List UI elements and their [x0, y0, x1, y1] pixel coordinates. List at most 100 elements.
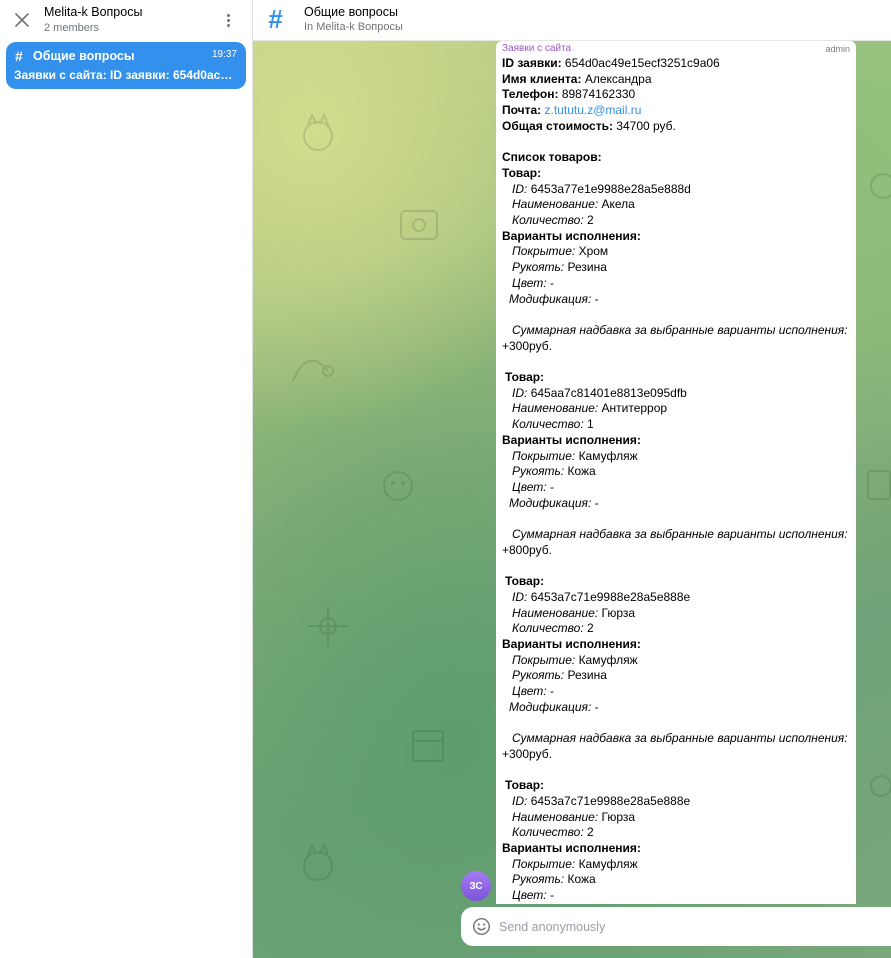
item-handle-label: Рукоять:	[512, 464, 565, 479]
item-name-line: Наименование: Акела	[502, 197, 854, 213]
item-color-value: -	[549, 479, 554, 494]
topic-name: Общие вопросы	[33, 49, 135, 63]
item-name-value: Гюрза	[601, 809, 636, 824]
item-handle-label: Рукоять:	[512, 872, 565, 887]
message-input[interactable]	[499, 917, 879, 936]
order-id-line: ID заявки: 654d0ac49e15ecf3251c9a06	[502, 56, 854, 72]
item-name-value: Акела	[601, 197, 635, 212]
item-id-label: ID:	[512, 589, 528, 604]
doodle-pattern	[383, 471, 413, 501]
item-qty-value: 1	[587, 417, 594, 432]
item-surcharge-label: Суммарная надбавка за выбранные варианты…	[512, 527, 848, 542]
close-icon[interactable]	[11, 9, 33, 31]
item-label: Товар:	[505, 574, 545, 589]
item-name-line: Наименование: Гюрза	[502, 606, 854, 622]
item-id-value: 6453a7c71e9988e28a5e888e	[530, 793, 691, 808]
item-mod-label: Модификация:	[509, 495, 592, 510]
item-surcharge-label: Суммарная надбавка за выбранные варианты…	[512, 731, 848, 746]
doodle-pattern	[303, 842, 333, 881]
item-id-line: ID: 6453a77e1e9988e28a5e888d	[502, 182, 854, 198]
item-id-line: ID: 6453a7c71e9988e28a5e888e	[502, 590, 854, 606]
item-color-label: Цвет:	[512, 275, 547, 290]
item-cover-line: Покрытие: Камуфляж	[502, 857, 854, 873]
item-handle-line: Рукоять: Кожа	[502, 872, 854, 888]
email-link[interactable]: z.tututu.z@mail.ru	[545, 103, 642, 117]
variants-label: Варианты исполнения:	[502, 841, 641, 856]
phone-label: Телефон:	[502, 87, 559, 102]
item-qty-value: 2	[587, 621, 594, 636]
chat-subtitle: In Melita-k Вопросы	[304, 21, 403, 33]
total-value: 34700 руб.	[616, 118, 676, 133]
doodle-pattern	[412, 730, 444, 762]
item-cover-line: Покрытие: Хром	[502, 244, 854, 260]
item-qty-value: 2	[587, 213, 594, 228]
doodle-pattern	[292, 359, 334, 382]
total-line: Общая стоимость: 34700 руб.	[502, 119, 854, 135]
message-bubble[interactable]: Заявки с сайта admin ID заявки: 654d0ac4…	[496, 41, 856, 904]
item-cover-label: Покрытие:	[512, 856, 576, 871]
item-id-line: ID: 6453a7c71e9988e28a5e888e	[502, 794, 854, 810]
item-cover-label: Покрытие:	[512, 652, 576, 667]
doodle-pattern	[400, 210, 438, 240]
item-qty-line: Количество: 1	[502, 417, 854, 433]
item-qty-value: 2	[587, 825, 594, 840]
item-name-label: Наименование:	[512, 401, 599, 416]
item-mod-value: -	[594, 699, 599, 714]
item-qty-label: Количество:	[512, 417, 584, 432]
item-qty-label: Количество:	[512, 213, 584, 228]
item-id-value: 6453a77e1e9988e28a5e888d	[530, 181, 691, 196]
item-label: Товар:	[502, 165, 542, 180]
topic-item-general[interactable]: # Общие вопросы 19:37 Заявки с сайта: ID…	[6, 42, 246, 89]
item-label: Товар:	[505, 370, 545, 385]
item-cover-value: Камуфляж	[578, 856, 638, 871]
smile-icon[interactable]	[472, 917, 491, 936]
sidebar-header: Melita-k Вопросы 2 members	[0, 0, 253, 40]
item-qty-line: Количество: 2	[502, 825, 854, 841]
doodle-pattern	[870, 173, 891, 199]
order-id-value: 654d0ac49e15ecf3251c9a06	[564, 56, 720, 70]
item-name-line: Наименование: Гюрза	[502, 810, 854, 826]
chat-header[interactable]: # Общие вопросы In Melita-k Вопросы	[253, 0, 891, 41]
item-cover-value: Камуфляж	[578, 448, 638, 463]
group-title: Melita-k Вопросы	[44, 5, 143, 19]
item-color-value: -	[549, 684, 554, 699]
item-color-label: Цвет:	[512, 684, 547, 699]
variants-label: Варианты исполнения:	[502, 432, 641, 447]
item-color-value: -	[549, 888, 554, 903]
message-composer	[461, 907, 891, 946]
item-cover-value: Хром	[578, 244, 609, 259]
item-mod-label: Модификация:	[509, 699, 592, 714]
item-cover-label: Покрытие:	[512, 448, 576, 463]
more-vertical-icon[interactable]	[222, 10, 234, 30]
item-handle-line: Рукоять: Резина	[502, 668, 854, 684]
item-handle-line: Рукоять: Кожа	[502, 464, 854, 480]
item-handle-label: Рукоять:	[512, 668, 565, 683]
item-mod-value: -	[594, 495, 599, 510]
hash-icon: #	[15, 48, 23, 64]
item-qty-line: Количество: 2	[502, 621, 854, 637]
item-mod-label: Модификация:	[509, 291, 592, 306]
client-line: Имя клиента: Александра	[502, 72, 854, 88]
item-color-line: Цвет: -	[502, 276, 854, 292]
item-name-label: Наименование:	[512, 197, 599, 212]
item-id-label: ID:	[512, 181, 528, 196]
item-cover-line: Покрытие: Камуфляж	[502, 449, 854, 465]
item-handle-label: Рукоять:	[512, 260, 565, 275]
message-sender[interactable]: Заявки с сайта	[502, 43, 571, 54]
item-qty-label: Количество:	[512, 825, 584, 840]
topics-sidebar: Melita-k Вопросы 2 members # Общие вопро…	[0, 0, 253, 958]
doodle-pattern	[867, 470, 891, 500]
avatar[interactable]: ЗС	[461, 871, 491, 901]
admin-badge: admin	[825, 44, 850, 54]
email-label: Почта:	[502, 103, 542, 118]
client-label: Имя клиента:	[502, 71, 582, 86]
item-mod-value: -	[594, 291, 599, 306]
item-id-value: 6453a7c71e9988e28a5e888e	[530, 589, 691, 604]
item-surcharge-value: +300руб.	[502, 746, 552, 761]
chat-title: Общие вопросы	[304, 5, 398, 19]
item-name-label: Наименование:	[512, 809, 599, 824]
